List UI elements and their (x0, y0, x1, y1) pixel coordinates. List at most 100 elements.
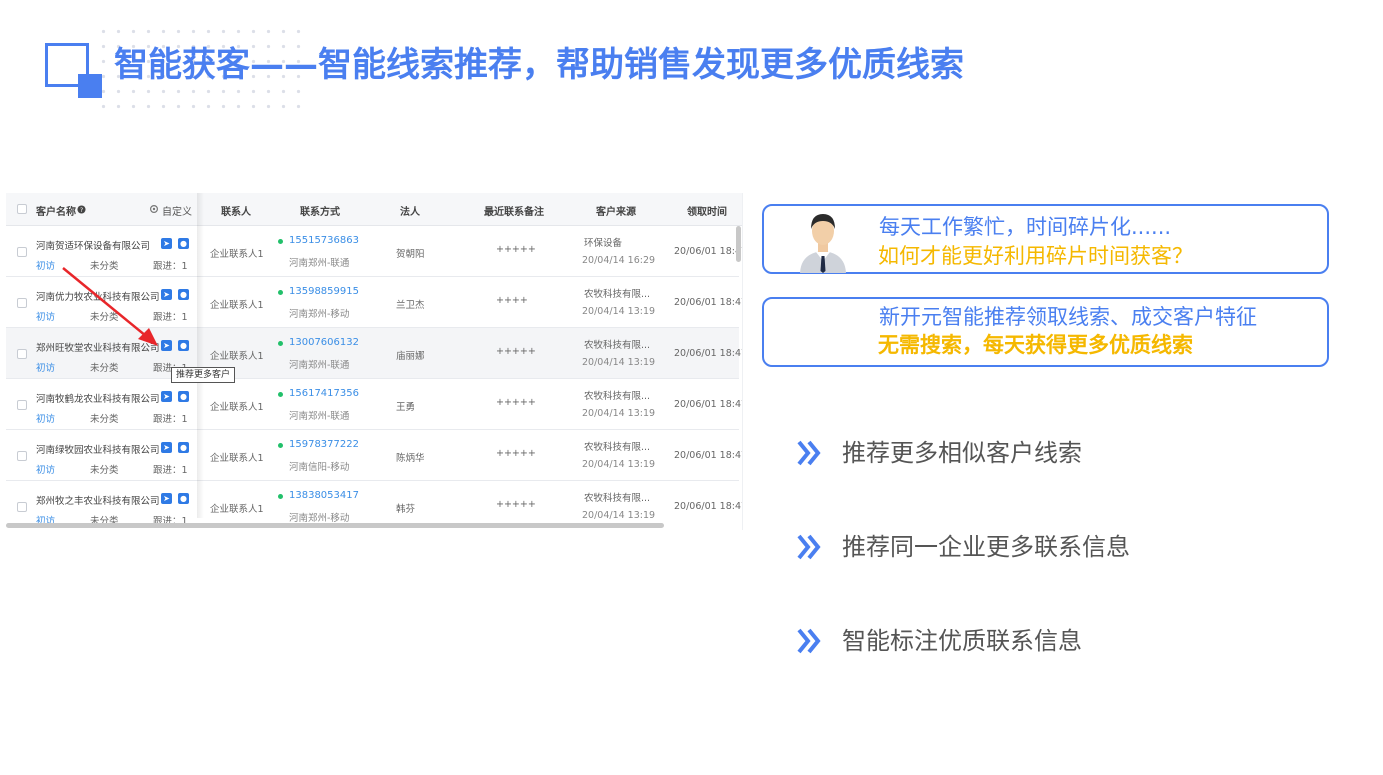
phone-region: 河南信阳-移动 (289, 462, 350, 473)
stage-label[interactable]: 初访 (36, 411, 55, 425)
header-contact-method[interactable]: 联系方式 (300, 203, 340, 218)
header-company[interactable]: 客户名称 (36, 203, 76, 218)
stage-label[interactable]: 初访 (36, 462, 55, 476)
title-square-fill-icon (78, 74, 102, 98)
select-all-checkbox[interactable] (17, 204, 27, 214)
customer-source: 农牧科技有限... (584, 289, 651, 300)
row-checkbox[interactable] (17, 349, 27, 359)
customer-table: 客户名称 ? 自定义 联系人 联系方式 法人 最近联系备注 客户来源 领取时间 … (6, 193, 743, 530)
custom-columns-button[interactable]: 自定义 (162, 203, 192, 218)
feature-bullet-3: 智能标注优质联系信息 (796, 624, 1082, 658)
send-icon[interactable]: ➤ (161, 493, 172, 504)
table-row[interactable]: 河南绿牧园农业科技有限公司 ➤ ● 初访 未分类 跟进：1 企业联系人1 1597837722… (6, 430, 742, 481)
last-note: +++++ (496, 244, 536, 255)
claim-time: 20/06/01 18:47 (674, 501, 743, 512)
contact-name: 企业联系人1 (210, 351, 264, 362)
claim-time: 20/06/01 18:47 (674, 297, 743, 308)
user-icon[interactable]: ● (178, 238, 189, 249)
source-time: 20/04/14 13:19 (582, 459, 656, 470)
phone-number-link[interactable]: 15515736863 (289, 235, 359, 246)
pain-point-callout: 每天工作繁忙，时间碎片化...... 如何才能更好利用碎片时间获客？ (762, 204, 1329, 274)
phone-number-link[interactable]: 15978377222 (289, 439, 359, 450)
customer-source: 农牧科技有限... (584, 391, 651, 402)
vertical-scrollbar[interactable] (736, 226, 741, 262)
company-name-link[interactable]: 郑州旺牧堂农业科技有限公司 (36, 340, 160, 354)
feature-bullet-1: 推荐更多相似客户线索 (796, 436, 1082, 470)
customer-source: 农牧科技有限... (584, 493, 651, 504)
frozen-column-shadow (197, 193, 204, 518)
user-icon[interactable]: ● (178, 391, 189, 402)
stage-label[interactable]: 初访 (36, 309, 55, 323)
table-row[interactable]: 河南牧鹤龙农业科技有限公司 ➤ ● 初访 未分类 跟进：1 企业联系人1 1561741735… (6, 379, 742, 430)
claim-time: 20/06/01 18:47 (674, 348, 743, 359)
phone-number-link[interactable]: 13598859915 (289, 286, 359, 297)
table-row[interactable]: 河南优力牧农业科技有限公司 ➤ ● 初访 未分类 跟进：1 企业联系人1 1359885991… (6, 277, 742, 328)
user-icon[interactable]: ● (178, 340, 189, 351)
category-label: 未分类 (90, 414, 119, 425)
user-icon[interactable]: ● (178, 289, 189, 300)
send-icon[interactable]: ➤ (161, 289, 172, 300)
company-name-link[interactable]: 河南牧鹤龙农业科技有限公司 (36, 391, 160, 405)
category-label: 未分类 (90, 465, 119, 476)
source-time: 20/04/14 13:19 (582, 357, 656, 368)
source-time: 20/04/14 13:19 (582, 510, 656, 521)
legal-person: 陈炳华 (396, 453, 425, 464)
table-row[interactable]: 河南贺适环保设备有限公司 ➤ ● 初访 未分类 跟进：1 企业联系人1 15515736863… (6, 226, 742, 277)
send-icon[interactable]: ➤ (161, 442, 172, 453)
feature-bullet-1-text: 推荐更多相似客户线索 (842, 439, 1082, 467)
row-checkbox[interactable] (17, 451, 27, 461)
user-icon[interactable]: ● (178, 442, 189, 453)
follow-count: 跟进：1 (153, 465, 188, 476)
header-contact[interactable]: 联系人 (221, 203, 251, 218)
online-status-dot (278, 392, 283, 397)
follow-count: 跟进：1 (153, 414, 188, 425)
contact-name: 企业联系人1 (210, 504, 264, 515)
company-name-link[interactable]: 河南优力牧农业科技有限公司 (36, 289, 160, 303)
businessman-avatar-icon (800, 214, 846, 273)
company-name-link[interactable]: 河南绿牧园农业科技有限公司 (36, 442, 160, 456)
online-status-dot (278, 443, 283, 448)
slide-title: 智能获客——智能线索推荐，帮助销售发现更多优质线索 (114, 45, 964, 85)
claim-time: 20/06/01 18:47 (674, 450, 743, 461)
header-legal-person[interactable]: 法人 (400, 203, 420, 218)
phone-region: 河南郑州-联通 (289, 411, 350, 422)
solution-callout: 新开元智能推荐领取线索、成交客户特征 无需搜索，每天获得更多优质线索 (762, 297, 1329, 367)
table-row[interactable]: 郑州旺牧堂农业科技有限公司➤●初访未分类跟进：1企业联系人11300760613… (6, 328, 742, 379)
phone-number-link[interactable]: 13838053417 (289, 490, 359, 501)
company-name-link[interactable]: 河南贺适环保设备有限公司 (36, 238, 150, 252)
row-checkbox[interactable] (17, 298, 27, 308)
last-note: ++++ (496, 295, 528, 306)
follow-count: 跟进：1 (153, 261, 188, 272)
legal-person: 韩芬 (396, 504, 416, 515)
horizontal-scrollbar[interactable] (6, 523, 664, 528)
gear-icon[interactable] (149, 204, 159, 214)
phone-number-link[interactable]: 13007606132 (289, 337, 359, 348)
header-claim-time[interactable]: 领取时间 (687, 203, 727, 218)
legal-person: 贺朝阳 (396, 249, 425, 260)
source-time: 20/04/14 16:29 (582, 255, 656, 266)
stage-label[interactable]: 初访 (36, 360, 55, 374)
row-checkbox[interactable] (17, 247, 27, 257)
last-note: +++++ (496, 346, 536, 357)
phone-number-link[interactable]: 15617417356 (289, 388, 359, 399)
last-note: +++++ (496, 448, 536, 459)
svg-text:?: ? (80, 207, 83, 214)
stage-label[interactable]: 初访 (36, 258, 55, 272)
phone-region: 河南郑州-移动 (289, 513, 350, 524)
last-note: +++++ (496, 397, 536, 408)
row-checkbox[interactable] (17, 502, 27, 512)
claim-time: 20/06/01 18:47 (674, 246, 743, 257)
row-checkbox[interactable] (17, 400, 27, 410)
company-name-link[interactable]: 郑州牧之丰农业科技有限公司 (36, 493, 160, 507)
send-icon[interactable]: ➤ (161, 238, 172, 249)
user-icon[interactable]: ● (178, 493, 189, 504)
online-status-dot (278, 494, 283, 499)
claim-time: 20/06/01 18:47 (674, 399, 743, 410)
header-last-note[interactable]: 最近联系备注 (484, 203, 544, 218)
header-customer-source[interactable]: 客户来源 (596, 203, 636, 218)
legal-person: 庙丽娜 (396, 351, 425, 362)
send-icon[interactable]: ➤ (161, 391, 172, 402)
callout-2-line-1: 新开元智能推荐领取线索、成交客户特征 (879, 305, 1257, 329)
source-time: 20/04/14 13:19 (582, 408, 656, 419)
send-icon[interactable]: ➤ (161, 340, 172, 351)
